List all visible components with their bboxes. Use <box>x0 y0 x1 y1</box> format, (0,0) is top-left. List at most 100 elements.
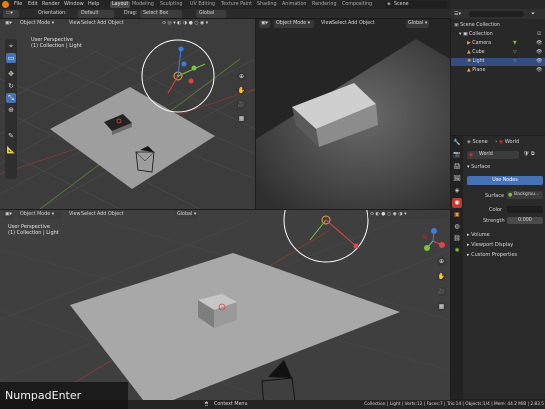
shading-buttons-bottom[interactable]: ⊙ ◐ ● ○ ◉ ◑ ▾ <box>368 211 448 219</box>
transform-orientation-bottom[interactable]: Global ▾ <box>175 211 199 219</box>
visibility-eye-icon[interactable]: 👁 <box>536 58 542 66</box>
viewport-display-panel-header[interactable]: ▸ Viewport Display <box>467 242 513 248</box>
camera-view-icon[interactable]: 🎥 <box>237 100 246 109</box>
select-box-tool-icon[interactable]: ▭ <box>6 53 16 63</box>
visibility-eye-icon[interactable]: 👁 <box>536 67 542 75</box>
grid-toggle-icon[interactable]: ▦ <box>237 114 246 123</box>
menu-help[interactable]: Help <box>88 1 99 8</box>
menu-render[interactable]: Render <box>42 1 60 8</box>
zoom-icon[interactable]: ⊕ <box>237 72 246 81</box>
viewport-header-top-right: ▣▾ Object Mode ▾ View Select Add Object … <box>256 19 450 29</box>
drag-value: Select Box <box>143 11 169 16</box>
drag-dropdown[interactable]: Select Box <box>140 10 182 18</box>
world-datablock-selector[interactable]: ◉ World <box>467 151 519 159</box>
scale-tool-icon[interactable]: ⤡ <box>6 93 16 103</box>
workspace-tab-animation[interactable]: Animation <box>280 1 308 8</box>
visibility-eye-icon[interactable]: 👁 <box>536 40 542 48</box>
visibility-eye-icon[interactable]: 👁 <box>536 49 542 57</box>
annotate-tool-icon[interactable]: ✎ <box>6 131 16 141</box>
outliner-item-cube[interactable]: ▲ Cube ▽ 👁 <box>451 49 545 57</box>
outliner-search-input[interactable] <box>469 11 524 17</box>
pan-hand-icon[interactable]: ✋ <box>237 86 246 95</box>
workspace-tab-layout[interactable]: Layout <box>110 1 131 8</box>
workspace-tab-modeling[interactable]: Modeling <box>130 1 156 8</box>
viewport-top-left[interactable]: ▣▾ Object Mode ▾ View Select Add Object … <box>0 19 255 209</box>
menu-object-top-right[interactable]: Object <box>357 20 377 28</box>
workspace-tab-texture-paint[interactable]: Texture Paint <box>219 1 254 8</box>
mode-dropdown-top-right[interactable]: Object Mode ▾ <box>274 20 314 28</box>
outliner-panel: ☰▾ ⏷ ▣ Scene Collection ▾ ▣ Collection ☑… <box>451 0 545 135</box>
orientation-label: Orientation: <box>38 11 67 16</box>
menu-window[interactable]: Window <box>64 1 84 8</box>
navigation-gizmo[interactable] <box>420 228 446 254</box>
pan-hand-icon-bottom[interactable]: ✋ <box>437 272 446 281</box>
menu-file[interactable]: File <box>14 1 22 8</box>
zoom-icon-bottom[interactable]: ⊕ <box>437 257 446 266</box>
filter-icon[interactable]: ⏷ <box>531 9 535 19</box>
context-menu-hint: Context Menu <box>214 402 248 407</box>
custom-properties-panel-header[interactable]: ▸ Custom Properties <box>467 252 517 258</box>
expand-icon[interactable]: ▾ <box>459 32 461 37</box>
viewport-top-right[interactable]: ▣▾ Object Mode ▾ View Select Add Object … <box>256 19 450 209</box>
rotate-tool-icon[interactable]: ↻ <box>6 81 16 91</box>
checkbox-icon[interactable]: ☑ <box>537 31 541 39</box>
outliner-item-plane[interactable]: ▲ Plane 👁 <box>451 67 545 75</box>
tool-props-icon[interactable]: 🔧 <box>452 138 462 148</box>
orientation-dropdown[interactable]: Default <box>78 10 114 18</box>
workspace-tab-shading[interactable]: Shading <box>255 1 279 8</box>
workspace-tab-rendering[interactable]: Rendering <box>310 1 339 8</box>
menu-edit[interactable]: Edit <box>28 1 38 8</box>
render-props-icon[interactable]: 📷 <box>452 150 462 160</box>
output-props-icon[interactable]: 🖨 <box>452 162 462 172</box>
pivot-dropdown[interactable]: Global <box>196 10 226 18</box>
move-tool-icon[interactable]: ✥ <box>6 69 16 79</box>
mode-dropdown-top-left[interactable]: Object Mode ▾ <box>18 20 62 28</box>
measure-tool-icon[interactable]: 📐 <box>6 145 16 155</box>
viewport-overlay-buttons[interactable]: ⊙ ◎ ▾ ◐ ◑ ● ○ ◉ ▾ <box>160 20 252 28</box>
transform-orientation-top-right[interactable]: Global ▾ <box>406 20 430 28</box>
editor-type-button-bottom[interactable]: ▣▾ <box>3 211 14 219</box>
view-info-top-left: User Perspective (1) Collection | Light <box>31 37 82 49</box>
grid-toggle-icon-bottom[interactable]: ▦ <box>437 302 446 311</box>
camera-view-icon-bottom[interactable]: 🎥 <box>437 287 446 296</box>
workspace-tab-uv-editing[interactable]: UV Editing <box>188 1 217 8</box>
collapse-arrow-icon: ▸ <box>467 252 470 258</box>
constraints-props-icon[interactable]: ⛓ <box>452 234 462 244</box>
strength-field[interactable]: 0.000 <box>507 217 543 224</box>
surface-panel-header[interactable]: ▾ Surface <box>467 164 490 170</box>
blender-logo-icon[interactable] <box>2 1 9 8</box>
outliner-editor-icon[interactable]: ☰▾ <box>454 9 461 19</box>
workspace-tab-compositing[interactable]: Compositing <box>340 1 374 8</box>
new-world-icon[interactable]: ⧉ <box>531 151 535 157</box>
outliner-item-light[interactable]: ✺ Light ▽ 👁 <box>451 58 545 66</box>
data-props-icon[interactable]: ✺ <box>452 246 462 256</box>
world-props-icon[interactable]: ◉ <box>452 198 462 208</box>
view-layer-props-icon[interactable]: 🖼 <box>452 174 462 184</box>
viewport-bottom[interactable]: ▣▾ Object Mode ▾ View Select Add Object … <box>0 210 450 409</box>
cursor-tool-icon[interactable]: ⌖ <box>6 41 16 51</box>
menu-object-bottom[interactable]: Object <box>106 211 126 219</box>
menu-object-top-left[interactable]: Object <box>106 20 126 28</box>
object-props-icon[interactable]: ▣ <box>452 210 462 220</box>
color-swatch[interactable] <box>507 206 543 213</box>
select-tool-dropdown[interactable]: ▭▾ <box>3 10 19 18</box>
mesh-object-icon: ▲ <box>467 68 471 73</box>
transform-tool-icon[interactable]: ⊕ <box>6 105 16 115</box>
outliner-item-label: Light <box>472 59 485 64</box>
scene-selector[interactable]: ◈ Scene <box>385 1 447 8</box>
outliner-item-camera[interactable]: ▶ Camera ▼ 👁 <box>451 40 545 48</box>
editor-type-button[interactable]: ▣▾ <box>3 20 14 28</box>
view-collection-label: (1) Collection | Light <box>31 43 82 49</box>
volume-panel-header[interactable]: ▸ Volume <box>467 232 490 238</box>
fake-user-icon[interactable]: 🛡 <box>523 151 529 157</box>
outliner-scene-collection[interactable]: ▣ Scene Collection <box>451 22 545 30</box>
scene-props-icon[interactable]: ◈ <box>452 186 462 196</box>
physics-props-icon[interactable]: ◍ <box>452 222 462 232</box>
outliner-item-collection[interactable]: ▾ ▣ Collection ☑ <box>451 31 545 39</box>
scene-icon: ◈ <box>467 139 471 145</box>
surface-shader-field[interactable]: ● Backgrou... <box>507 191 543 199</box>
use-nodes-button[interactable]: Use Nodes <box>467 176 543 185</box>
editor-type-button-top-right[interactable]: ▣▾ <box>259 20 270 28</box>
mode-dropdown-bottom[interactable]: Object Mode ▾ <box>18 211 62 219</box>
workspace-tab-sculpting[interactable]: Sculpting <box>158 1 184 8</box>
